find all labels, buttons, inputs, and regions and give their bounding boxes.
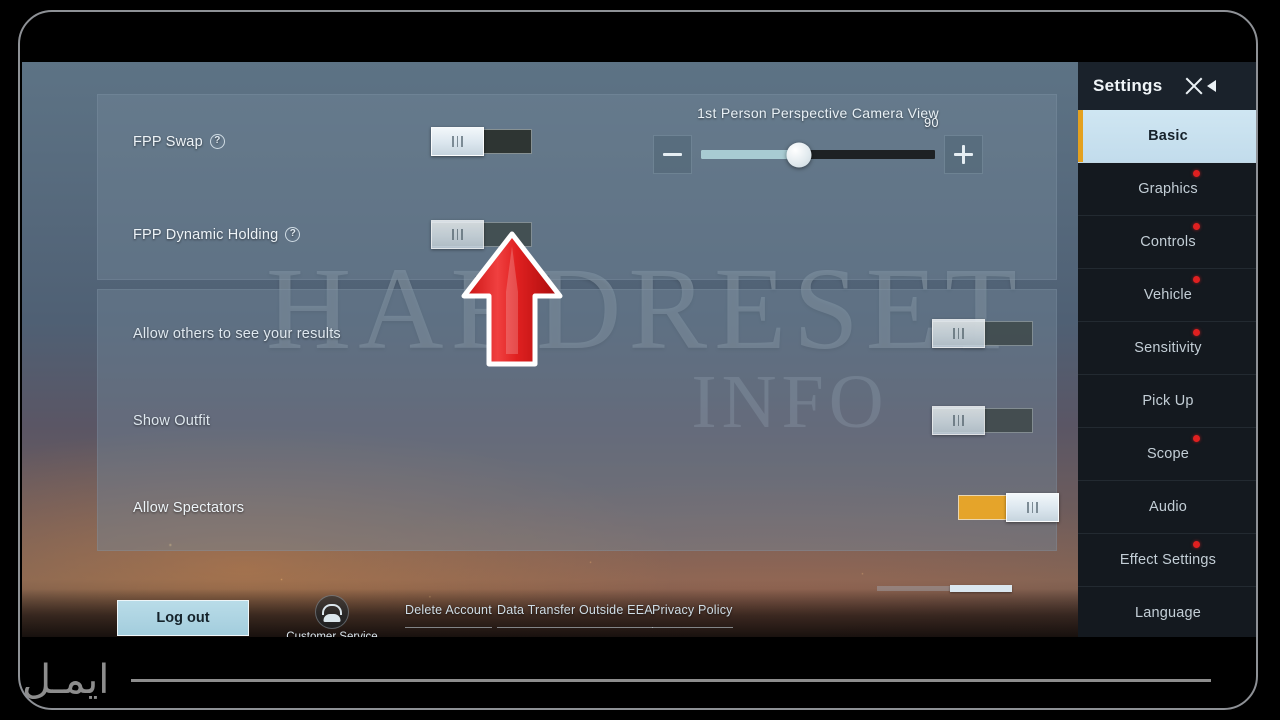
slider-row: 90: [653, 116, 983, 174]
setting-label-fpp-dynamic-holding: FPP Dynamic Holding ?: [133, 226, 301, 243]
sidebar-item-label: Effect Settings: [1119, 552, 1217, 568]
toggle-show-outfit[interactable]: [932, 406, 1033, 435]
caption-text: ايمـل: [22, 657, 110, 703]
toggle-thumb: [431, 127, 484, 156]
close-x-icon[interactable]: [1182, 75, 1217, 97]
toggle-fpp-swap[interactable]: [431, 127, 532, 156]
setting-label-allow-others-results: Allow others to see your results: [133, 326, 341, 342]
setting-label-text: Allow others to see your results: [133, 325, 341, 342]
letterbox-left: [0, 0, 22, 720]
sidebar-item-scope[interactable]: Scope: [1078, 428, 1258, 481]
minus-icon: [663, 152, 682, 157]
sidebar-item-basic[interactable]: Basic: [1078, 110, 1258, 163]
notification-dot-icon: [1193, 276, 1200, 283]
settings-panel-top: FPP Swap ? FPP Dynamic Holding ? 1st Per…: [97, 94, 1057, 280]
settings-panel-bottom: Allow others to see your results Show Ou…: [97, 289, 1059, 551]
footer-link-delete-account[interactable]: Delete Account: [405, 603, 492, 628]
slider-minus-button[interactable]: [653, 135, 692, 174]
sidebar-item-label: Controls: [1140, 234, 1196, 250]
sidebar-item-label: Audio: [1148, 499, 1188, 515]
notification-dot-icon: [1193, 435, 1200, 442]
sidebar-title: Settings: [1093, 76, 1163, 95]
toggle-allow-others-results[interactable]: [932, 319, 1033, 348]
footer-link-data-transfer[interactable]: Data Transfer Outside EEA: [497, 603, 653, 628]
setting-row-allow-spectators: Allow Spectators: [98, 464, 1059, 551]
setting-label-allow-spectators: Allow Spectators: [133, 500, 244, 516]
letterbox-top: [0, 0, 1280, 62]
sidebar-item-label: Pick Up: [1142, 393, 1194, 409]
slider-value: 90: [924, 116, 939, 130]
settings-content: FPP Swap ? FPP Dynamic Holding ? 1st Per…: [97, 94, 1059, 551]
setting-row-fpp-dynamic-holding: FPP Dynamic Holding ?: [98, 188, 1056, 281]
triangle-left-icon: [1207, 80, 1217, 92]
sidebar-item-graphics[interactable]: Graphics: [1078, 163, 1258, 216]
toggle-allow-spectators[interactable]: [958, 493, 1059, 522]
setting-label-text: Allow Spectators: [133, 499, 245, 516]
logout-button[interactable]: Log out: [117, 600, 249, 636]
sidebar-item-label: Sensitivity: [1134, 340, 1202, 356]
caption-bar: ايمـل: [0, 640, 1280, 720]
screen-root: HARDRESET INFO FPP Swap ? FPP Dynamic Ho…: [0, 0, 1280, 720]
notification-dot-icon: [1193, 329, 1200, 336]
slider-thumb[interactable]: [786, 142, 812, 167]
sidebar-item-label: Language: [1134, 605, 1202, 621]
sidebar-item-audio[interactable]: Audio: [1078, 481, 1258, 534]
toggle-thumb: [932, 406, 985, 435]
footer-link-privacy-policy[interactable]: Privacy Policy: [652, 603, 733, 628]
notification-dot-icon: [1193, 541, 1200, 548]
footer-bar: Log out Customer Service Delete Account …: [97, 592, 1057, 637]
content-scrollbar-track[interactable]: [877, 585, 1012, 592]
slider-track-wrap[interactable]: [701, 135, 935, 174]
slider-track[interactable]: [701, 142, 935, 167]
caption-underline: [131, 678, 1212, 682]
toggle-thumb: [932, 319, 985, 348]
sidebar-item-label: Vehicle: [1143, 287, 1193, 303]
question-mark-icon[interactable]: ?: [209, 134, 225, 149]
setting-label-fpp-swap: FPP Swap ?: [133, 134, 225, 150]
slider-fill: [701, 150, 800, 159]
sidebar-item-pick-up[interactable]: Pick Up: [1078, 375, 1258, 428]
setting-label-text: FPP Dynamic Holding: [133, 226, 279, 243]
sidebar-item-label: Basic: [1148, 128, 1188, 144]
setting-label-text: FPP Swap: [133, 133, 203, 150]
customer-service-block[interactable]: Customer Service: [277, 592, 387, 637]
sidebar-item-label: Graphics: [1138, 181, 1198, 197]
setting-label-text: Show Outfit: [133, 412, 211, 429]
sidebar-header: Settings: [1078, 62, 1258, 110]
sidebar-item-sensitivity[interactable]: Sensitivity: [1078, 322, 1258, 375]
sidebar-item-label: Scope: [1146, 446, 1190, 462]
toggle-thumb: [1006, 493, 1059, 522]
sidebar-item-vehicle[interactable]: Vehicle: [1078, 269, 1258, 322]
slider-plus-button[interactable]: [944, 135, 983, 174]
question-mark-icon[interactable]: ?: [285, 227, 301, 242]
game-viewport: HARDRESET INFO FPP Swap ? FPP Dynamic Ho…: [22, 62, 1258, 637]
notification-dot-icon: [1193, 223, 1200, 230]
setting-row-show-outfit: Show Outfit: [98, 377, 1056, 464]
red-arrow-pointer-icon: [461, 231, 563, 367]
setting-row-allow-others-results: Allow others to see your results: [98, 290, 1056, 377]
notification-dot-icon: [1193, 170, 1200, 177]
sidebar-item-controls[interactable]: Controls: [1078, 216, 1258, 269]
sidebar-item-language[interactable]: Language: [1078, 587, 1258, 637]
letterbox-right: [1260, 0, 1280, 720]
headset-icon: [315, 595, 349, 629]
camera-view-slider-block: 1st Person Perspective Camera View 90: [653, 105, 983, 174]
plus-icon-v: [961, 145, 966, 164]
content-scrollbar-thumb[interactable]: [950, 585, 1012, 592]
sidebar-item-effect-settings[interactable]: Effect Settings: [1078, 534, 1258, 587]
setting-label-show-outfit: Show Outfit: [133, 413, 210, 429]
settings-sidebar: Settings Basic Graphics Controls Vehicle…: [1078, 62, 1258, 637]
